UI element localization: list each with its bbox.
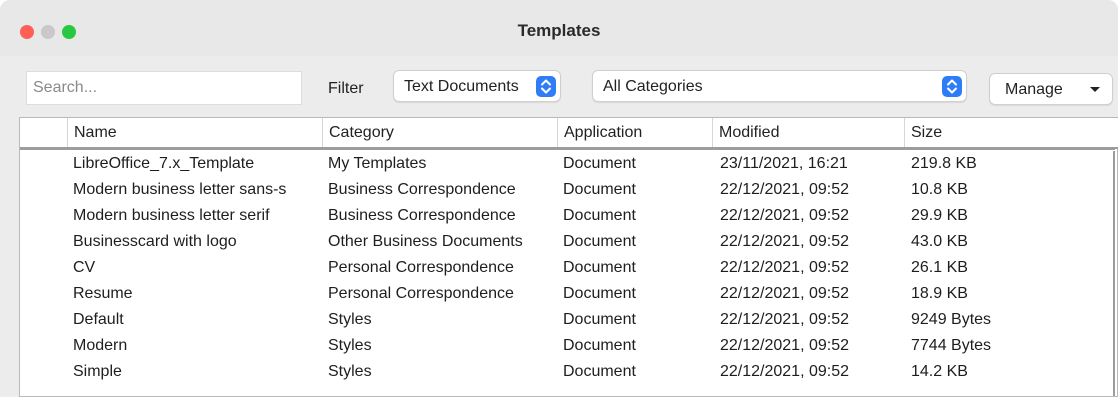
column-header-category[interactable]: Category	[322, 118, 557, 147]
column-header-modified[interactable]: Modified	[712, 118, 904, 147]
table-body: LibreOffice_7.x_Template My Templates Do…	[20, 151, 1118, 385]
cell-category: Styles	[328, 363, 372, 380]
cell-application: Document	[563, 233, 636, 250]
cell-modified: 22/12/2021, 09:52	[720, 311, 850, 328]
cell-application: Document	[563, 363, 636, 380]
cell-application: Document	[563, 207, 636, 224]
manage-menu-button[interactable]: Manage	[989, 73, 1113, 105]
updown-stepper-icon	[942, 76, 962, 97]
cell-name: Modern business letter sans-s	[73, 181, 287, 198]
column-header-size[interactable]: Size	[904, 118, 1118, 147]
cell-size: 10.8 KB	[911, 181, 968, 198]
cell-size: 18.9 KB	[911, 285, 968, 302]
search-input[interactable]	[26, 71, 302, 105]
header-divider	[20, 149, 1115, 150]
cell-modified: 22/12/2021, 09:52	[720, 259, 850, 276]
cell-name: Simple	[73, 363, 122, 380]
cell-category: Business Correspondence	[328, 181, 516, 198]
filter-select[interactable]: Text Documents	[393, 70, 561, 102]
cell-modified: 22/12/2021, 09:52	[720, 285, 850, 302]
cell-application: Document	[563, 311, 636, 328]
cell-category: Other Business Documents	[328, 233, 523, 250]
templates-table: Name Category Application Modified Size …	[19, 117, 1118, 397]
table-row[interactable]: CV Personal Correspondence Document 22/1…	[20, 255, 1118, 281]
cell-modified: 22/12/2021, 09:52	[720, 233, 850, 250]
cell-modified: 22/12/2021, 09:52	[720, 207, 850, 224]
column-header-icon[interactable]	[20, 118, 67, 147]
cell-size: 9249 Bytes	[911, 311, 992, 328]
category-select-value: All Categories	[603, 78, 703, 95]
templates-window: Templates Filter Text Documents All Cate…	[0, 0, 1118, 397]
cell-application: Document	[563, 285, 636, 302]
cell-application: Document	[563, 259, 636, 276]
cell-category: My Templates	[328, 155, 427, 172]
cell-category: Personal Correspondence	[328, 259, 514, 276]
cell-category: Personal Correspondence	[328, 285, 514, 302]
cell-application: Document	[563, 337, 636, 354]
caret-down-icon	[1089, 82, 1101, 101]
cell-name: Default	[73, 311, 124, 328]
filter-select-value: Text Documents	[404, 78, 519, 95]
cell-name: Modern	[73, 337, 128, 354]
table-row[interactable]: LibreOffice_7.x_Template My Templates Do…	[20, 151, 1118, 177]
manage-label: Manage	[1005, 81, 1063, 98]
category-select[interactable]: All Categories	[592, 70, 967, 102]
table-row[interactable]: Default Styles Document 22/12/2021, 09:5…	[20, 307, 1118, 333]
cell-category: Styles	[328, 311, 372, 328]
cell-modified: 22/12/2021, 09:52	[720, 363, 850, 380]
cell-modified: 22/12/2021, 09:52	[720, 181, 850, 198]
table-header: Name Category Application Modified Size	[20, 118, 1118, 149]
cell-name: CV	[73, 259, 96, 276]
cell-size: 29.9 KB	[911, 207, 968, 224]
table-row[interactable]: Resume Personal Correspondence Document …	[20, 281, 1118, 307]
cell-modified: 22/12/2021, 09:52	[720, 337, 850, 354]
table-row[interactable]: Modern Styles Document 22/12/2021, 09:52…	[20, 333, 1118, 359]
table-row[interactable]: Businesscard with logo Other Business Do…	[20, 229, 1118, 255]
cell-size: 219.8 KB	[911, 155, 977, 172]
cell-size: 26.1 KB	[911, 259, 968, 276]
cell-category: Styles	[328, 337, 372, 354]
updown-stepper-icon	[536, 76, 556, 97]
title-bar: Templates	[0, 0, 1118, 56]
cell-category: Business Correspondence	[328, 207, 516, 224]
cell-name: LibreOffice_7.x_Template	[73, 155, 255, 172]
cell-size: 7744 Bytes	[911, 337, 992, 354]
table-row[interactable]: Modern business letter serif Business Co…	[20, 203, 1118, 229]
cell-size: 43.0 KB	[911, 233, 968, 250]
cell-application: Document	[563, 181, 636, 198]
table-row[interactable]: Simple Styles Document 22/12/2021, 09:52…	[20, 359, 1118, 385]
column-header-name[interactable]: Name	[67, 118, 322, 147]
cell-size: 14.2 KB	[911, 363, 968, 380]
cell-name: Resume	[73, 285, 133, 302]
window-title: Templates	[517, 21, 601, 40]
cell-application: Document	[563, 155, 636, 172]
cell-name: Businesscard with logo	[73, 233, 237, 250]
table-row[interactable]: Modern business letter sans-s Business C…	[20, 177, 1118, 203]
column-header-application[interactable]: Application	[557, 118, 712, 147]
cell-name: Modern business letter serif	[73, 207, 270, 224]
cell-modified: 23/11/2021, 16:21	[720, 155, 848, 172]
filter-label: Filter	[328, 80, 364, 97]
